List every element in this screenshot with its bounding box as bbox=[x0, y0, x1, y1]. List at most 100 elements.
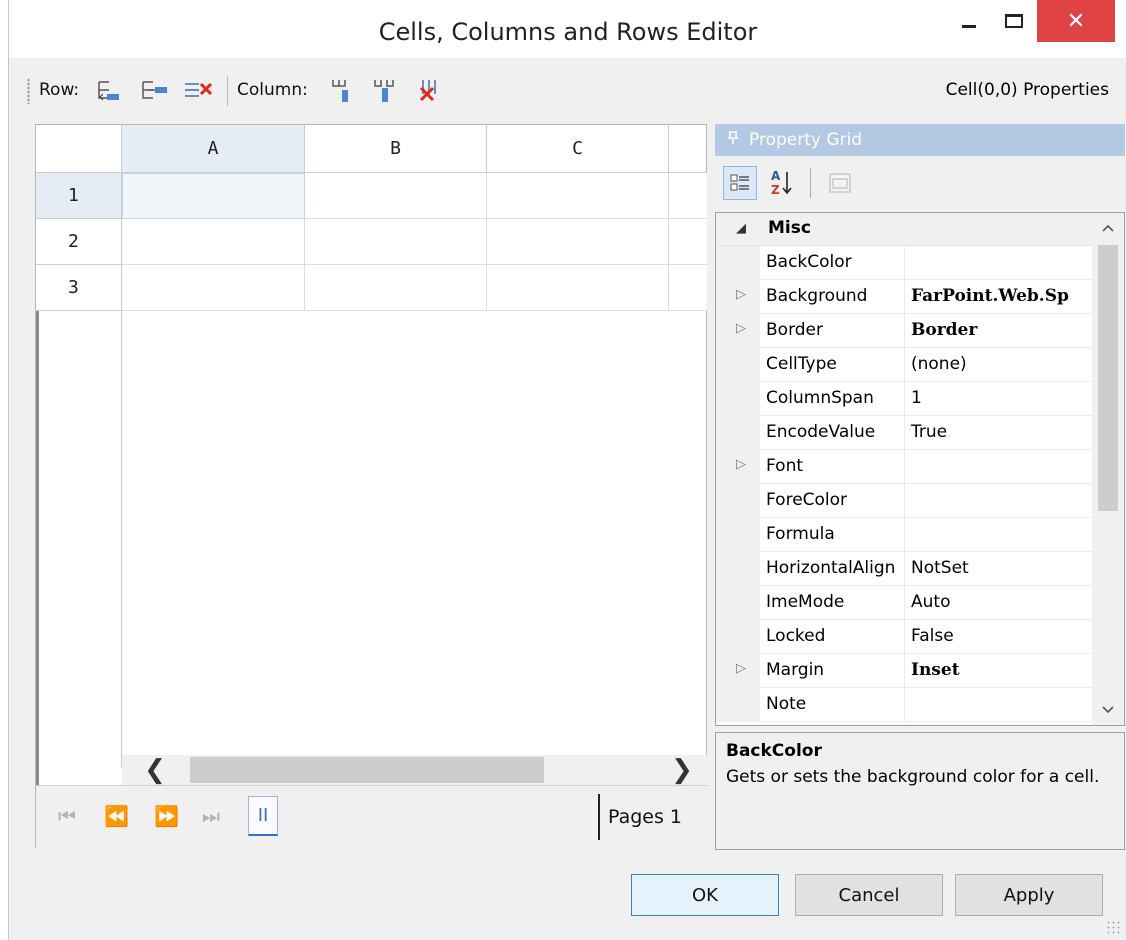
property-value[interactable]: Border bbox=[905, 314, 1092, 348]
insert-row-icon[interactable] bbox=[93, 76, 129, 106]
description-title: BackColor bbox=[726, 741, 822, 761]
cell-b3[interactable] bbox=[305, 265, 487, 311]
property-list[interactable]: ◢ Misc BackColor ▷ Background FarPoint.Web.… bbox=[715, 212, 1125, 726]
column-header-partial[interactable] bbox=[669, 125, 707, 173]
first-page-icon[interactable]: ⏮ bbox=[58, 804, 76, 828]
cell-c1[interactable] bbox=[487, 173, 669, 219]
property-row[interactable]: ImeMode Auto bbox=[716, 586, 1092, 620]
property-vertical-scrollbar[interactable] bbox=[1092, 213, 1124, 725]
property-name: Margin bbox=[760, 654, 905, 688]
property-name: BackColor bbox=[760, 246, 905, 280]
property-row[interactable]: Note bbox=[716, 688, 1092, 722]
property-name: Note bbox=[760, 688, 905, 722]
cell-a1[interactable] bbox=[122, 173, 305, 219]
property-value[interactable] bbox=[905, 246, 1092, 280]
property-grid-toolbar: A Z bbox=[715, 156, 1125, 208]
property-value[interactable]: 1 bbox=[905, 382, 1092, 416]
property-row[interactable]: ForeColor bbox=[716, 484, 1092, 518]
insert-column-icon[interactable] bbox=[325, 76, 361, 106]
previous-page-icon[interactable]: ⏪ bbox=[104, 804, 129, 828]
property-row[interactable]: ColumnSpan 1 bbox=[716, 382, 1092, 416]
sheet-corner[interactable] bbox=[36, 125, 122, 173]
row-header-3[interactable]: 3 bbox=[36, 265, 122, 311]
property-name: HorizontalAlign bbox=[760, 552, 905, 586]
cell-d2[interactable] bbox=[669, 219, 707, 265]
expand-arrow-icon[interactable]: ▷ bbox=[736, 457, 746, 472]
property-value[interactable] bbox=[905, 518, 1092, 552]
property-row[interactable]: ▷ Margin Inset bbox=[716, 654, 1092, 688]
property-value[interactable] bbox=[905, 450, 1092, 484]
svg-text:A: A bbox=[771, 169, 781, 183]
expand-arrow-icon[interactable]: ▷ bbox=[736, 661, 746, 676]
toolbar-grip[interactable] bbox=[27, 78, 30, 104]
property-row[interactable]: ▷ Background FarPoint.Web.Sp bbox=[716, 280, 1092, 314]
column-header-a[interactable]: A bbox=[122, 125, 305, 173]
property-value[interactable] bbox=[905, 484, 1092, 518]
scroll-up-icon[interactable] bbox=[1092, 213, 1124, 243]
ok-button[interactable]: OK bbox=[631, 874, 779, 916]
cancel-button[interactable]: Cancel bbox=[795, 874, 943, 916]
property-value[interactable]: False bbox=[905, 620, 1092, 654]
horizontal-scrollbar[interactable]: ❮ ❯ bbox=[122, 755, 707, 785]
property-value[interactable] bbox=[905, 688, 1092, 722]
resize-grip-icon[interactable] bbox=[1106, 920, 1122, 936]
pin-icon[interactable] bbox=[727, 131, 739, 149]
property-grid-panel: Property Grid A Z ◢ Misc BackColor ▷ Bac… bbox=[715, 124, 1125, 850]
row-header-2[interactable]: 2 bbox=[36, 219, 122, 265]
column-header-c[interactable]: C bbox=[487, 125, 669, 173]
property-row[interactable]: Formula bbox=[716, 518, 1092, 552]
property-value[interactable]: NotSet bbox=[905, 552, 1092, 586]
cell-a3[interactable] bbox=[122, 265, 305, 311]
cell-a2[interactable] bbox=[122, 219, 305, 265]
property-value[interactable]: Auto bbox=[905, 586, 1092, 620]
next-page-icon[interactable]: ⏩ bbox=[154, 804, 179, 828]
property-row[interactable]: ▷ Border Border bbox=[716, 314, 1092, 348]
row-header-1[interactable]: 1 bbox=[36, 173, 122, 219]
property-name: CellType bbox=[760, 348, 905, 382]
vertical-scroll-thumb[interactable] bbox=[1098, 245, 1118, 511]
property-pages-icon[interactable] bbox=[823, 166, 857, 200]
property-name: Border bbox=[760, 314, 905, 348]
delete-column-icon[interactable] bbox=[413, 76, 449, 106]
property-value[interactable]: True bbox=[905, 416, 1092, 450]
property-value[interactable]: Inset bbox=[905, 654, 1092, 688]
property-row[interactable]: EncodeValue True bbox=[716, 416, 1092, 450]
column-header-b[interactable]: B bbox=[305, 125, 487, 173]
scroll-right-icon[interactable]: ❯ bbox=[657, 755, 707, 785]
scroll-down-icon[interactable] bbox=[1092, 695, 1124, 725]
apply-button[interactable]: Apply bbox=[955, 874, 1103, 916]
collapse-triangle-icon[interactable]: ◢ bbox=[736, 221, 746, 236]
pause-button[interactable]: II bbox=[248, 796, 278, 836]
add-column-icon[interactable] bbox=[369, 76, 405, 106]
cell-d1[interactable] bbox=[669, 173, 707, 219]
property-row[interactable]: HorizontalAlign NotSet bbox=[716, 552, 1092, 586]
minimize-button[interactable] bbox=[947, 0, 991, 42]
last-page-icon[interactable]: ⏭ bbox=[202, 804, 220, 828]
property-row[interactable]: Locked False bbox=[716, 620, 1092, 654]
property-value[interactable]: (none) bbox=[905, 348, 1092, 382]
horizontal-scroll-thumb[interactable] bbox=[190, 757, 544, 783]
delete-row-icon[interactable] bbox=[181, 76, 217, 106]
category-label: Misc bbox=[768, 218, 811, 238]
cell-d3[interactable] bbox=[669, 265, 707, 311]
property-row-gutter bbox=[716, 688, 760, 722]
sheet-left-border bbox=[36, 311, 39, 785]
expand-arrow-icon[interactable]: ▷ bbox=[736, 287, 746, 302]
category-row[interactable]: ◢ Misc bbox=[716, 213, 1092, 246]
cell-c2[interactable] bbox=[487, 219, 669, 265]
property-row[interactable]: CellType (none) bbox=[716, 348, 1092, 382]
scroll-left-icon[interactable]: ❮ bbox=[130, 755, 180, 785]
expand-arrow-icon[interactable]: ▷ bbox=[736, 321, 746, 336]
property-row[interactable]: BackColor bbox=[716, 246, 1092, 280]
close-button[interactable]: ✕ bbox=[1037, 0, 1115, 42]
maximize-button[interactable] bbox=[991, 0, 1037, 42]
cell-c3[interactable] bbox=[487, 265, 669, 311]
cell-b1[interactable] bbox=[305, 173, 487, 219]
spreadsheet[interactable]: A B C 1 2 3 ❮ ❯ ⏮ ⏪ ⏩ ⏭ II Pages 1 bbox=[35, 124, 707, 848]
property-value[interactable]: FarPoint.Web.Sp bbox=[905, 280, 1092, 314]
add-row-icon[interactable] bbox=[137, 76, 173, 106]
categorized-view-icon[interactable] bbox=[723, 166, 757, 200]
cell-b2[interactable] bbox=[305, 219, 487, 265]
property-row[interactable]: ▷ Font bbox=[716, 450, 1092, 484]
alphabetical-sort-icon[interactable]: A Z bbox=[765, 166, 799, 200]
